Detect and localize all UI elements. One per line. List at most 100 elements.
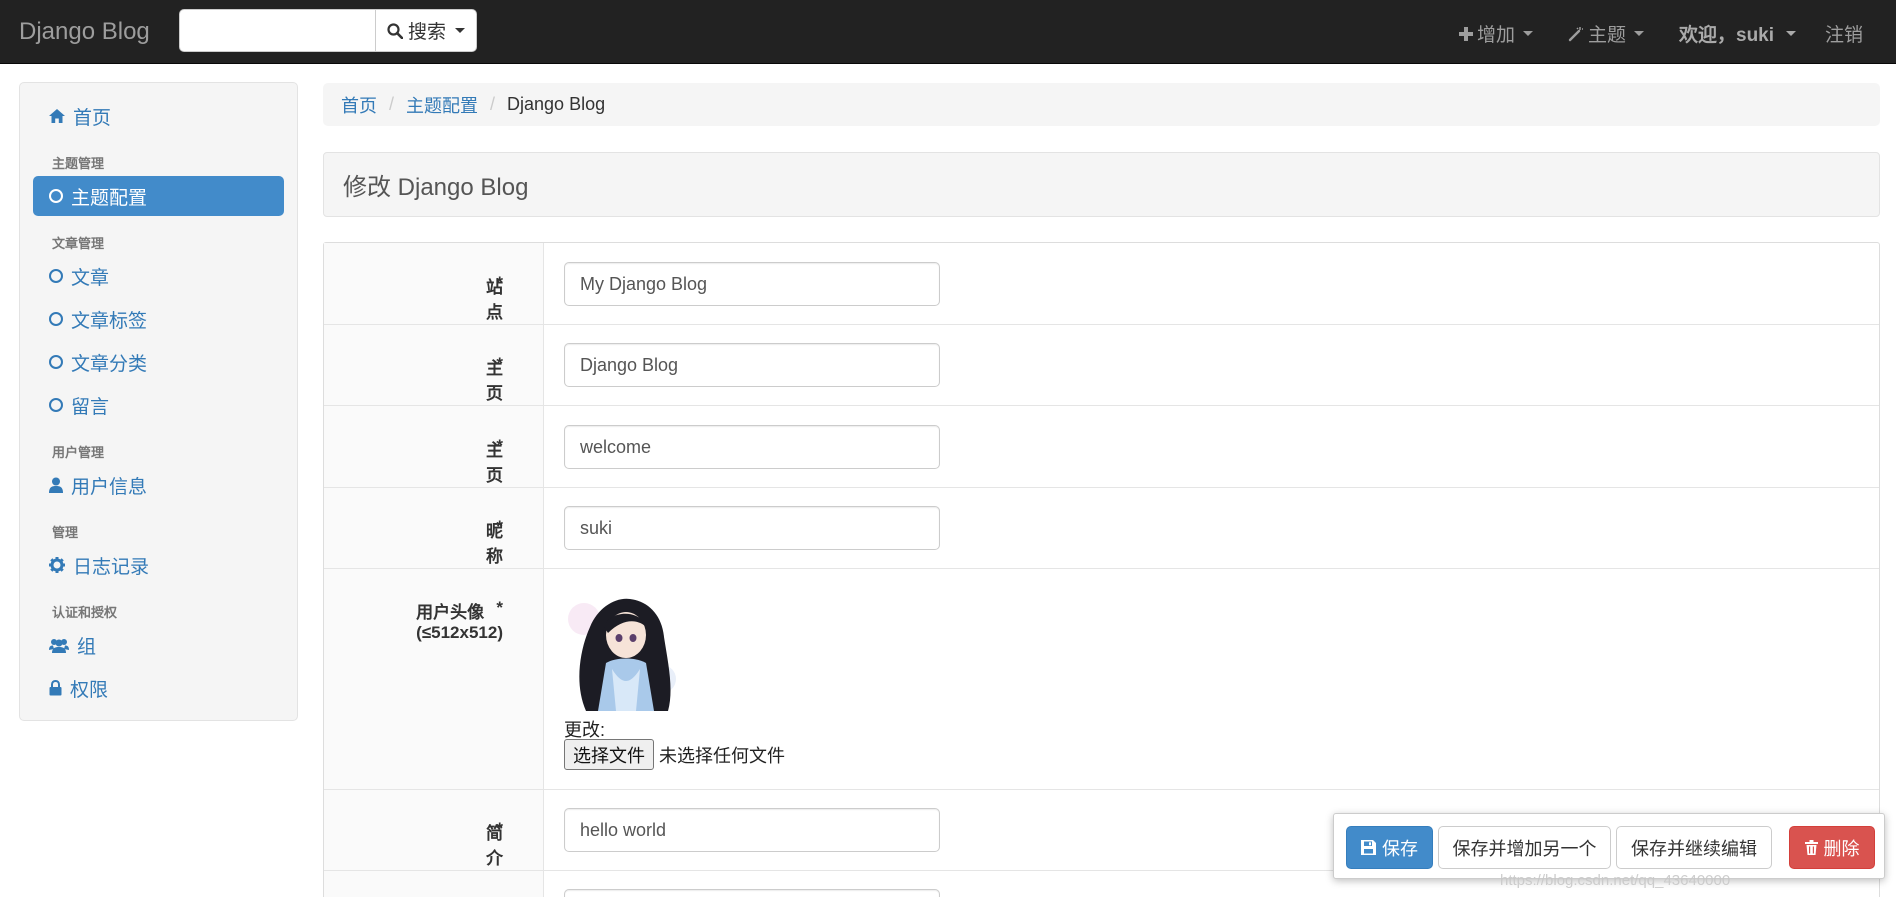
sidebar-item-home[interactable]: 首页 [33,96,284,136]
theme-menu[interactable]: 主题 [1568,20,1645,47]
lock-icon [49,680,62,696]
bio-input[interactable] [564,808,940,852]
form-actions-bar: 保存 保存并增加另一个 保存并继续编辑 删除 [1333,813,1885,879]
sidebar-item-user-info[interactable]: 用户信息 [33,465,284,505]
save-and-continue-button[interactable]: 保存并继续编辑 [1616,826,1772,869]
breadcrumb-theme-config[interactable]: 主题配置 [406,92,478,118]
circle-icon [49,312,63,326]
required-mark: * [496,819,503,838]
sidebar-item-label: 文章标签 [71,310,148,332]
circle-icon [49,189,63,203]
search-input[interactable] [179,9,376,52]
form-label-cell: 用户头像(≤512x512) * [324,569,544,789]
search-button[interactable]: 搜索 [376,9,477,52]
logout-label: 注销 [1825,25,1864,46]
sidebar-item-messages[interactable]: 留言 [33,385,284,425]
sidebar-item-articles[interactable]: 文章 [33,256,284,296]
sidebar-section-header: 管理 [52,525,79,540]
required-mark: * [496,436,503,455]
form-label-cell: 昵称 * [324,488,544,568]
edit-form: 站点标题* 主页标题* 主页副标题* 昵称* 用户头像(≤512x512)* 更… [323,242,1880,897]
sidebar-item-label: 权限 [70,679,109,701]
field-label-text: 用户头像(≤512x512) [416,603,503,642]
form-row-home-title: 主页标题* [324,325,1879,453]
form-row-nickname: 昵称 * [324,488,1879,569]
sidebar-section-header: 主题管理 [52,156,105,171]
required-mark: * [496,273,503,292]
sidebar-item-label: 文章 [71,267,110,289]
save-button[interactable]: 保存 [1346,826,1433,869]
user-icon [49,477,63,493]
user-menu[interactable]: 欢迎，suki [1679,20,1797,47]
breadcrumb-separator: / [490,94,496,114]
welcome-label: 欢迎，suki [1679,25,1775,46]
sidebar-item-label: 文章分类 [71,353,148,375]
file-status-text: 未选择任何文件 [659,745,785,766]
chevron-down-icon [1634,31,1645,36]
home-icon [49,109,65,123]
home-title-input[interactable] [564,343,940,387]
magic-wand-icon [1568,26,1583,41]
save-button-label: 保存 [1382,838,1418,859]
form-label-cell: 主页副标题* [324,406,544,560]
sidebar-item-label: 主题配置 [71,187,148,209]
sidebar-item-logs[interactable]: 日志记录 [33,545,284,585]
choose-file-button[interactable]: 选择文件 [564,739,654,770]
search-form: 搜索 [179,9,477,52]
breadcrumb-home[interactable]: 首页 [341,92,377,118]
sidebar: 首页 主题管理 主题配置 文章管理 文章 文章标签 文章分类 留言 用户管理 用… [19,82,298,721]
add-menu[interactable]: 增加 [1459,20,1534,47]
top-navbar: Django Blog 搜索 增加 主题 欢迎，suki 注销 [0,0,1896,64]
circle-icon [49,355,63,369]
breadcrumb-current: Django Blog [507,94,606,114]
sidebar-item-label: 组 [77,636,97,658]
sidebar-item-theme-config[interactable]: 主题配置 [33,176,284,216]
form-row-avatar: 用户头像(≤512x512) * 更改: 选择文件 未选择任何文件 [324,569,1879,790]
add-menu-label: 增加 [1477,25,1516,46]
next-field-input[interactable] [564,889,940,897]
brand-link[interactable]: Django Blog [19,18,150,46]
delete-button[interactable]: 删除 [1789,826,1875,869]
save-and-add-button[interactable]: 保存并增加另一个 [1438,826,1611,869]
avatar-image [564,589,686,711]
theme-menu-label: 主题 [1588,25,1627,46]
form-row-site-title: 站点标题* [324,243,1879,372]
sidebar-item-article-categories[interactable]: 文章分类 [33,342,284,382]
required-mark: * [496,598,503,617]
delete-button-label: 删除 [1823,838,1860,859]
chevron-down-icon [1786,31,1797,36]
floppy-disk-icon [1361,840,1376,855]
sidebar-section-header: 文章管理 [52,236,105,251]
form-label-cell: 简介 * [324,790,544,870]
sidebar-section-header: 认证和授权 [52,605,118,620]
form-label-cell: 主页标题* [324,325,544,453]
home-subtitle-input[interactable] [564,425,940,469]
sidebar-item-label: 日志记录 [73,556,150,578]
logout-link[interactable]: 注销 [1825,20,1863,47]
form-row-home-subtitle: 主页副标题* [324,406,1879,560]
required-mark: * [496,354,503,373]
sidebar-item-article-tags[interactable]: 文章标签 [33,299,284,339]
group-icon [49,639,69,653]
page-title-panel: 修改 Django Blog [323,152,1880,217]
plus-icon [1459,26,1473,41]
circle-icon [49,269,63,283]
nickname-input[interactable] [564,506,940,550]
page-title: 修改 Django Blog [343,174,529,201]
sidebar-item-label: 首页 [73,107,112,129]
circle-icon [49,398,63,412]
avatar-file-picker: 选择文件 未选择任何文件 [564,739,785,770]
required-mark: * [496,517,503,536]
sidebar-item-label: 用户信息 [71,476,148,498]
watermark-text: https://blog.csdn.net/qq_43640000 [1500,872,1731,889]
trash-icon [1804,840,1818,855]
sidebar-item-label: 留言 [71,396,110,418]
form-label-cell: 站点标题* [324,243,544,372]
breadcrumb-separator: / [389,94,395,114]
sidebar-item-groups[interactable]: 组 [33,625,284,665]
sidebar-item-permissions[interactable]: 权限 [33,668,284,708]
breadcrumb: 首页 / 主题配置 / Django Blog [323,83,1880,126]
chevron-down-icon [455,28,465,33]
gear-icon [49,557,65,573]
site-title-input[interactable] [564,262,940,306]
